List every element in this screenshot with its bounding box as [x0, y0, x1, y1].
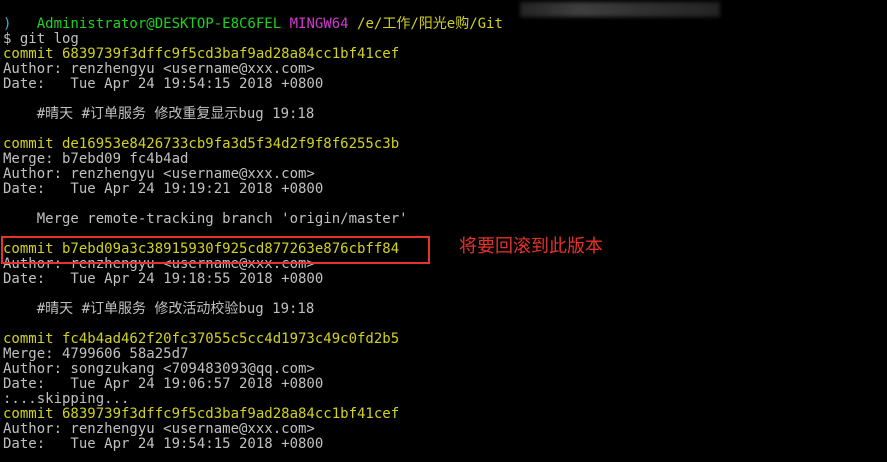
prompt-shell: MINGW64	[289, 16, 349, 32]
commit-line: commit de16953e8426733cb9fa3d5f34d2f9f8f…	[3, 136, 400, 152]
prompt-user-host: Administrator@DESKTOP-E8C6FEL	[36, 16, 282, 32]
commit-line: commit fc4b4ad462f20fc37055c5cc4d1973c49…	[3, 331, 400, 347]
annotation-label: 将要回滚到此版本	[459, 236, 603, 257]
log-line: Date: Tue Apr 24 19:18:55 2018 +0800	[3, 271, 324, 287]
command-line: $ git log	[3, 31, 79, 47]
log-line: #晴天 #订单服务 修改重复显示bug 19:18	[3, 106, 315, 122]
log-line: Date: Tue Apr 24 19:19:21 2018 +0800	[3, 181, 324, 197]
log-line: Merge: 4799606 58a25d7	[3, 346, 189, 362]
log-line: Author: renzhengyu <username@xxx.com>	[3, 421, 315, 437]
prompt-line: Administrator@DESKTOP-E8C6FEL MINGW64 /e…	[3, 2, 503, 32]
commit-line: commit 6839739f3dffc9f5cd3baf9ad28a84cc1…	[3, 406, 400, 422]
log-line: Merge remote-tracking branch 'origin/mas…	[3, 211, 408, 227]
log-line: Author: renzhengyu <username@xxx.com>	[3, 61, 315, 77]
terminal-window[interactable]: Administrator@DESKTOP-E8C6FEL MINGW64 /e…	[0, 0, 887, 462]
log-line: :...skipping...	[3, 391, 130, 407]
blurred-region	[520, 2, 720, 17]
commit-line: commit 6839739f3dffc9f5cd3baf9ad28a84cc1…	[3, 46, 400, 62]
log-line: Author: songzukang <709483093@qq.com>	[3, 361, 315, 377]
prompt-paren: )	[3, 16, 12, 32]
log-line: Author: renzhengyu <username@xxx.com>	[3, 166, 315, 182]
log-line: Date: Tue Apr 24 19:54:15 2018 +0800	[3, 436, 324, 452]
log-line: Merge: b7ebd09 fc4b4ad	[3, 151, 189, 167]
log-line: #晴天 #订单服务 修改活动校验bug 19:18	[3, 301, 315, 317]
prompt-path: /e/工作/阳光e购/Git	[357, 16, 503, 32]
log-line: Date: Tue Apr 24 19:54:15 2018 +0800	[3, 76, 324, 92]
highlight-box	[1, 236, 430, 264]
log-line: Date: Tue Apr 24 19:06:57 2018 +0800	[3, 376, 324, 392]
